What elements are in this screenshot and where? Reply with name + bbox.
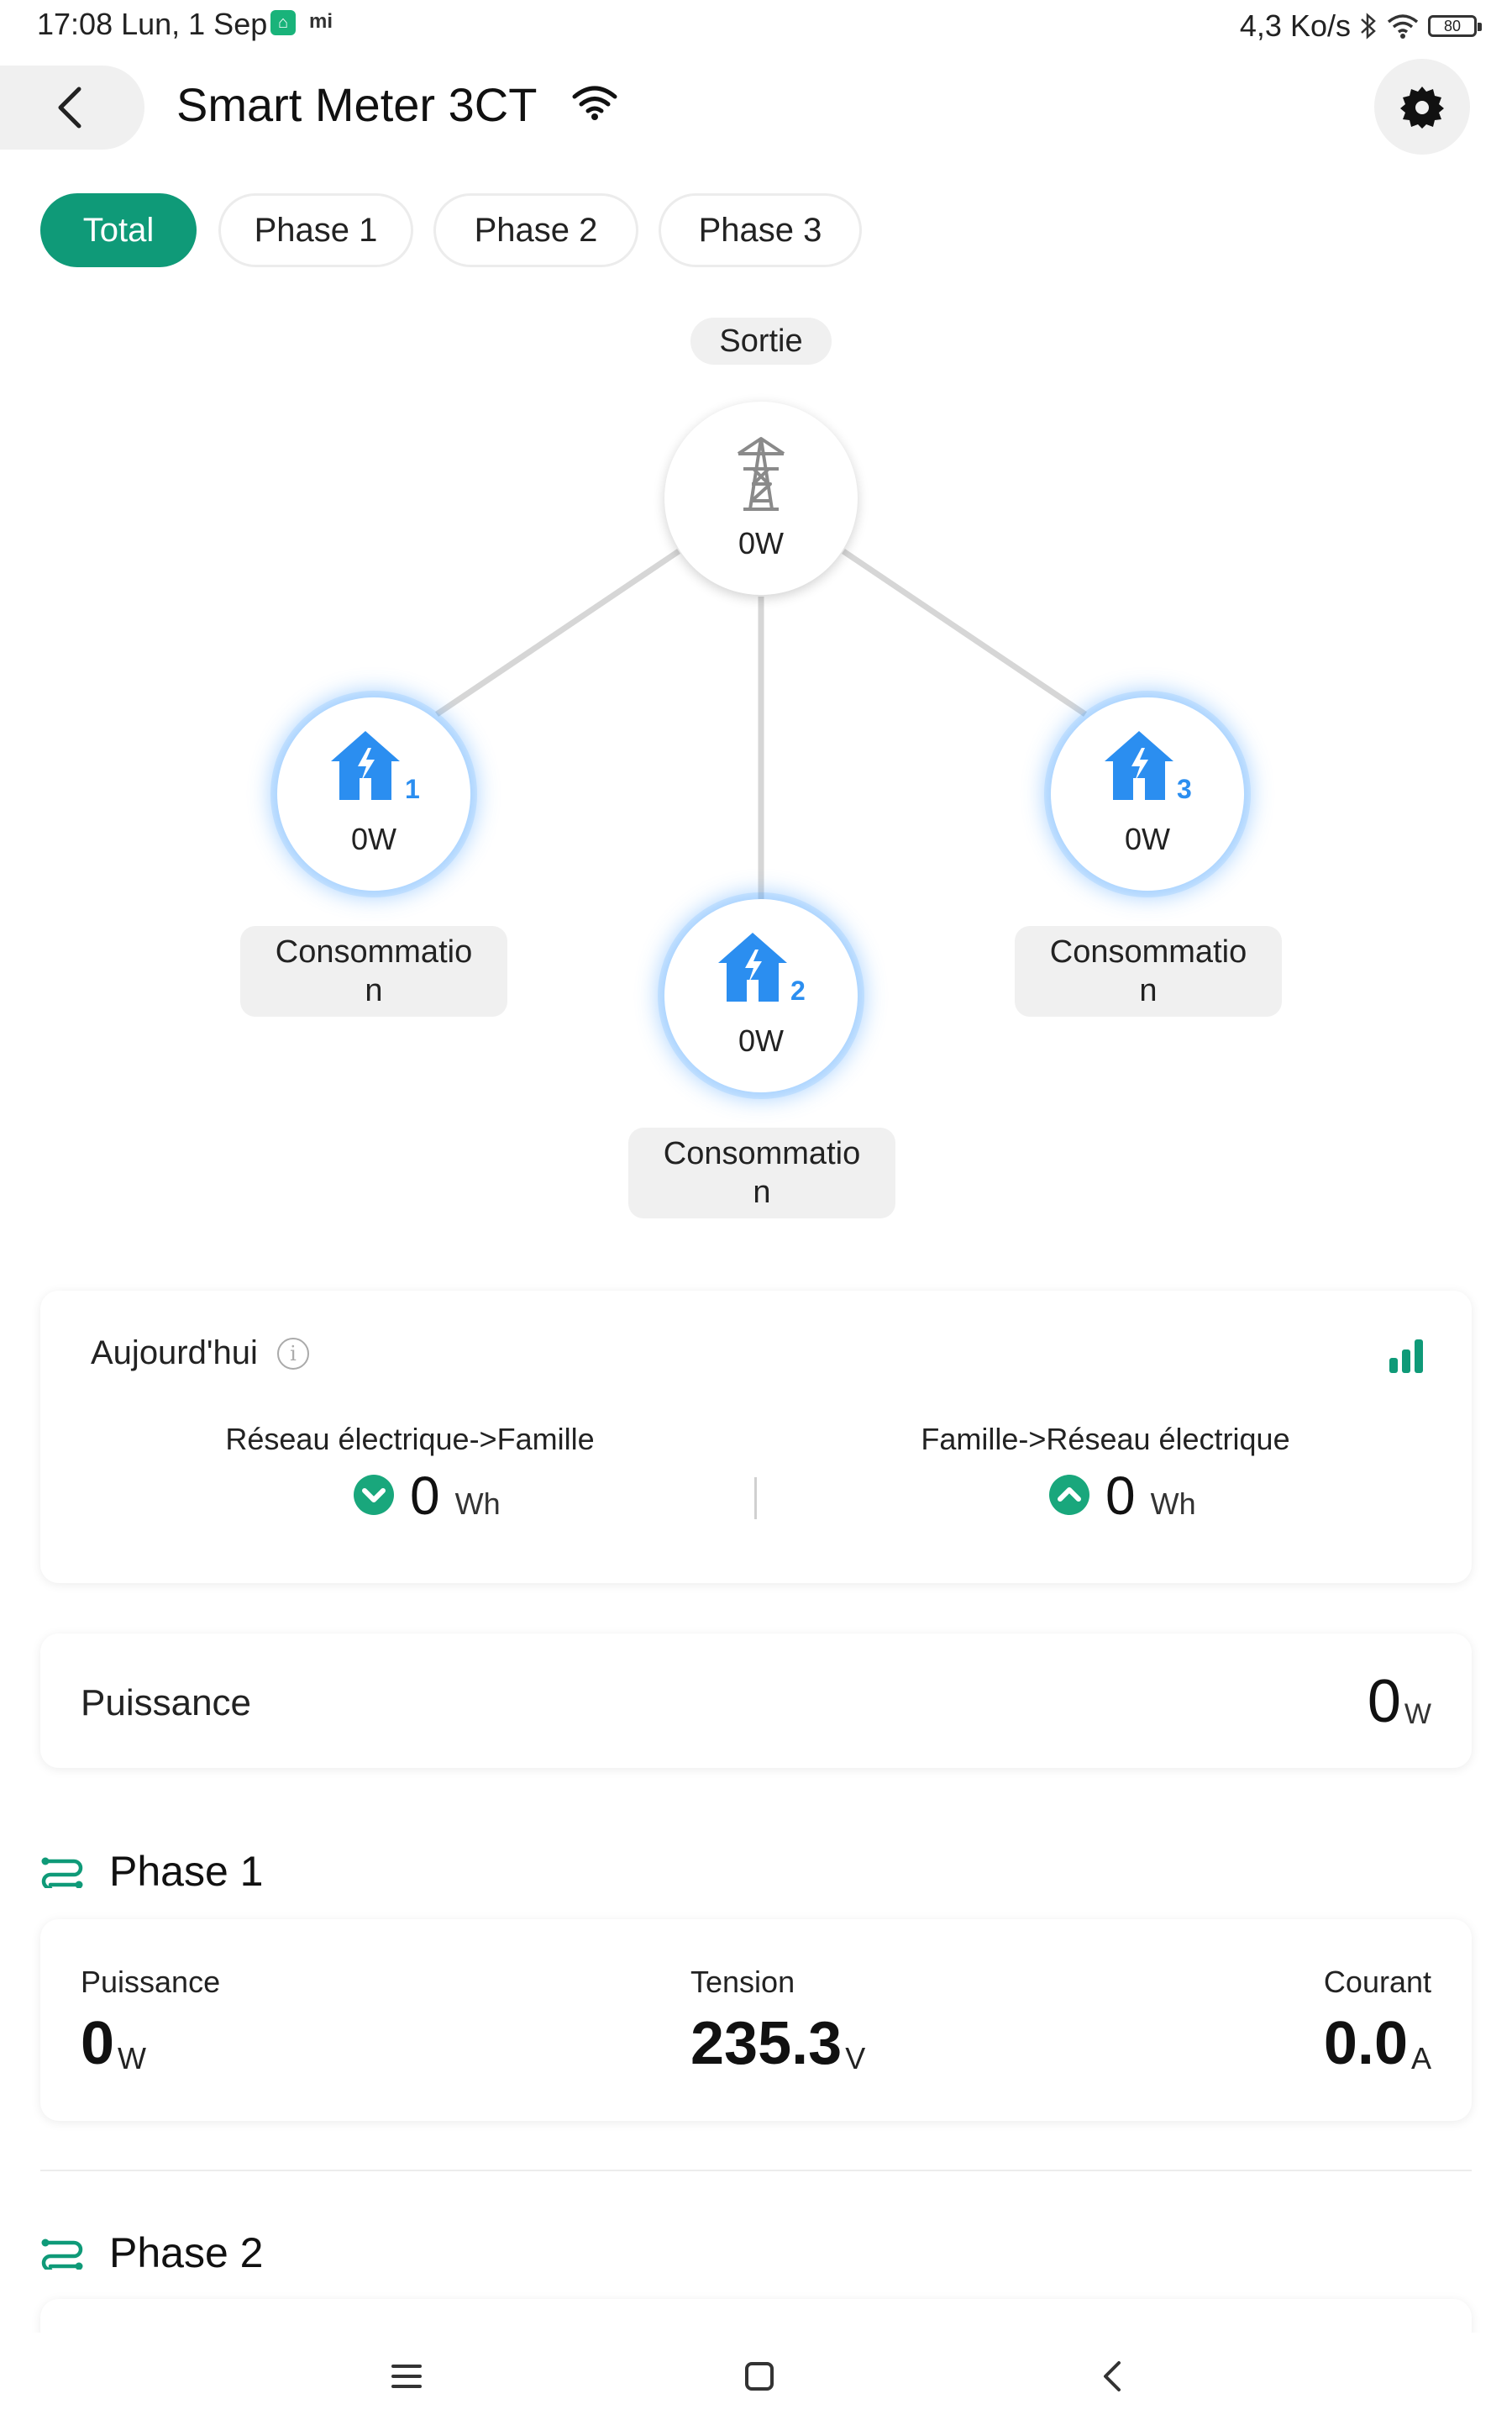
phase-1-current-label: Courant [1323,1965,1431,1999]
battery-icon: 80 [1428,15,1482,37]
grid-power-value: 0W [738,526,784,560]
phase-lines-icon [41,2238,83,2270]
back-nav-icon[interactable] [1089,2351,1139,2402]
grid-node[interactable]: 0W [664,402,858,595]
network-speed: 4,3 Ko/s [1239,8,1351,43]
house-3-label: Consommation [1015,926,1282,1017]
power-card: Puissance 0 W [40,1634,1472,1768]
house-2-number: 2 [790,976,806,1005]
phase-1-card: Puissance 0 W Tension 235.3 V Courant 0.… [40,1919,1472,2121]
phase-1-current-unit: A [1410,2041,1431,2075]
grid-output-label: Sortie [690,318,832,365]
house-3-number: 3 [1177,774,1192,803]
mi-logo: mi [309,10,333,33]
export-unit: Wh [1150,1486,1196,1521]
settings-button[interactable] [1374,59,1470,155]
house-node-1[interactable]: 1 0W [277,697,470,891]
house-2-label: Consommation [628,1128,895,1218]
house-2-value: 0W [738,1023,784,1058]
house-node-2[interactable]: 2 0W [664,899,858,1092]
menu-icon[interactable] [381,2351,432,2402]
phase-2-header: Phase 2 [40,2223,263,2282]
status-bar: 17:08 Lun, 1 Sep ⌂ mi 4,3 Ko/s 80 [0,0,1512,52]
wifi-icon [572,86,617,120]
power-value-group: 0 W [1367,1668,1431,1735]
arrow-up-circle-icon [1049,1475,1089,1515]
gear-icon [1400,87,1444,129]
today-card: Aujourd'hui i Réseau électrique->Famille… [40,1291,1472,1583]
power-tower-icon [737,437,785,511]
arrow-down-circle-icon [354,1475,394,1515]
power-value: 0 [1367,1668,1401,1735]
phase-1-header: Phase 1 [40,1842,263,1901]
tab-total[interactable]: Total [40,193,197,267]
status-time: 17:08 Lun, 1 Sep [37,7,268,41]
mi-home-icon: ⌂ [270,10,296,35]
phase-1-current-group: 0.0 A [1324,2012,1431,2075]
house-1-number: 1 [405,774,420,803]
back-button[interactable] [0,66,144,150]
house-2-icon: 2 [718,933,806,1005]
bar-chart-icon[interactable] [1388,1338,1425,1375]
today-title: Aujourd'hui [91,1334,258,1371]
power-label: Puissance [81,1682,252,1723]
phase-1-power-value: 0 [81,2010,115,2077]
phase-1-current-value: 0.0 [1323,2010,1408,2077]
system-nav-bar [0,2333,1512,2420]
section-divider [40,2170,1472,2171]
tab-phase-2[interactable]: Phase 2 [433,193,638,267]
phase-1-power-unit: W [118,2041,147,2075]
export-value-group: 0 Wh [1048,1469,1196,1523]
home-icon[interactable] [734,2351,785,2402]
export-label: Famille->Réseau électrique [921,1422,1290,1456]
phase-1-voltage-label: Tension [690,1965,795,1999]
phase-2-title: Phase 2 [109,2229,264,2276]
phase-1-voltage-unit: V [845,2041,866,2075]
power-unit: W [1404,1698,1431,1730]
phase-1-voltage-value: 235.3 [690,2010,843,2077]
house-1-value: 0W [351,822,396,856]
tab-phase-3[interactable]: Phase 3 [659,193,862,267]
info-icon[interactable]: i [277,1338,309,1370]
import-label: Réseau électrique->Famille [225,1422,595,1456]
house-node-3[interactable]: 3 0W [1051,697,1244,891]
house-1-label: Consommation [240,926,507,1017]
import-unit: Wh [454,1486,501,1521]
phase-1-voltage-group: 235.3 V [690,2012,865,2075]
phase-1-power-label: Puissance [81,1965,221,1999]
divider [754,1477,757,1519]
phase-1-power-group: 0 W [81,2012,146,2075]
house-1-icon: 1 [331,731,420,803]
wifi-status-icon [1387,14,1419,39]
house-3-icon: 3 [1105,731,1192,803]
house-3-value: 0W [1125,822,1170,856]
phase-1-title: Phase 1 [109,1848,264,1895]
export-value: 0 [1105,1465,1136,1526]
tab-phase-1[interactable]: Phase 1 [218,193,413,267]
import-value-group: 0 Wh [353,1469,501,1523]
bluetooth-icon [1361,13,1376,39]
import-value: 0 [410,1465,440,1526]
page-title: Smart Meter 3CT [176,78,538,131]
phase-lines-icon [41,1857,83,1888]
chevron-left-icon [58,87,81,129]
flow-lines [435,549,1087,899]
